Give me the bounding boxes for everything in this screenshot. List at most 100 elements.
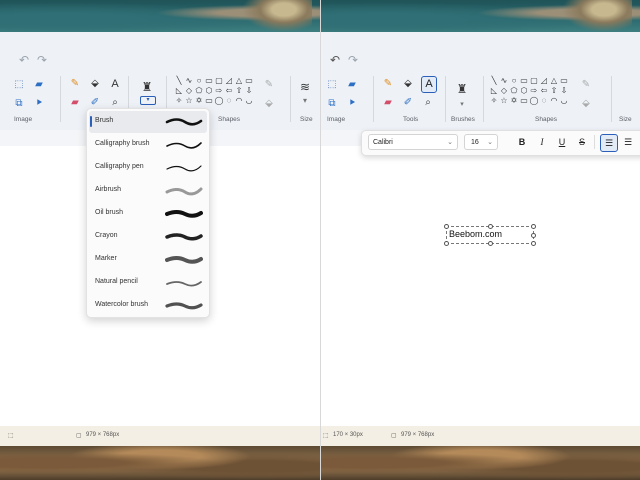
strikethrough-button[interactable]: S [574, 134, 590, 150]
resize-handle[interactable] [531, 233, 536, 238]
rotate-icon[interactable]: ⯈ [345, 97, 359, 111]
crop-icon[interactable]: ▰ [32, 78, 46, 92]
magnifier-icon[interactable]: ⌕ [421, 96, 435, 110]
menu-item-oil-brush[interactable]: Oil brush [89, 203, 207, 225]
underline-button[interactable]: U [554, 134, 570, 150]
size-icon[interactable]: ≋ [298, 80, 312, 94]
triangle-shape-icon[interactable]: △ [234, 76, 244, 86]
redo-button[interactable]: ↷ [34, 52, 50, 68]
left-arrow-shape-icon[interactable]: ⇦ [539, 86, 549, 96]
lightning-shape-icon[interactable]: ◡ [244, 96, 254, 106]
menu-item-calligraphy-brush[interactable]: Calligraphy brush [89, 134, 207, 156]
fill-icon[interactable]: ⬙ [88, 77, 102, 91]
shapes-gallery[interactable]: ╲ ∿ ○ ▭ ▢ ◿ △ ▭ ◺ ◇ ⬠ ⬡ ⇨ ⇦ ⇧ ⇩ ✧ ☆ ✡ ▭ … [174, 76, 254, 106]
pentagon-shape-icon[interactable]: ⬠ [509, 86, 519, 96]
right-triangle-shape-icon[interactable]: ◺ [489, 86, 499, 96]
resize-icon[interactable]: ⧉ [325, 97, 339, 111]
six-point-star-shape-icon[interactable]: ✡ [509, 96, 519, 106]
text-tool-button[interactable]: A [421, 76, 437, 93]
line-shape-icon[interactable]: ╲ [174, 76, 184, 86]
select-icon[interactable]: ⬚ [12, 78, 26, 92]
eraser-icon[interactable]: ▰ [68, 96, 82, 110]
resize-handle[interactable] [444, 241, 449, 246]
color-picker-icon[interactable]: ✐ [401, 96, 415, 110]
font-size-select[interactable]: 16 ⌄ [464, 134, 498, 150]
pencil-icon[interactable]: ✎ [68, 77, 82, 91]
lightning-shape-icon[interactable]: ◡ [559, 96, 569, 106]
four-point-star-shape-icon[interactable]: ✧ [174, 96, 184, 106]
fill-shape-icon[interactable]: ⬙ [579, 97, 593, 111]
down-arrow-shape-icon[interactable]: ⇩ [559, 86, 569, 96]
diamond-shape-icon[interactable]: ◇ [184, 86, 194, 96]
undo-button[interactable]: ↶ [327, 52, 343, 68]
text-icon[interactable]: A [108, 77, 122, 91]
outline-icon[interactable]: ✎ [262, 78, 276, 92]
diamond-shape-icon[interactable]: ◇ [499, 86, 509, 96]
menu-item-calligraphy-pen[interactable]: Calligraphy pen [89, 157, 207, 179]
eraser-icon[interactable]: ▰ [381, 96, 395, 110]
select-icon[interactable]: ⬚ [325, 78, 339, 92]
curve-shape-icon[interactable]: ∿ [184, 76, 194, 86]
oval-shape-icon[interactable]: ○ [194, 76, 204, 86]
six-point-star-shape-icon[interactable]: ✡ [194, 96, 204, 106]
triangle-shape-icon[interactable]: △ [549, 76, 559, 86]
heart-shape-icon[interactable]: ◠ [234, 96, 244, 106]
undo-button[interactable]: ↶ [16, 52, 32, 68]
rounded-rectangle-shape-icon[interactable]: ▢ [529, 76, 539, 86]
four-point-star-shape-icon[interactable]: ✧ [489, 96, 499, 106]
heart-shape-icon[interactable]: ◠ [549, 96, 559, 106]
hexagon-shape-icon[interactable]: ⬡ [519, 86, 529, 96]
drawing-canvas[interactable] [321, 146, 640, 426]
oval-callout-shape-icon[interactable]: ◯ [529, 96, 539, 106]
hexagon-shape-icon[interactable]: ⬡ [204, 86, 214, 96]
rotate-icon[interactable]: ⯈ [32, 97, 46, 111]
brush-icon[interactable]: ♜ [455, 82, 469, 96]
menu-item-marker[interactable]: Marker [89, 249, 207, 271]
resize-handle[interactable] [488, 241, 493, 246]
brush-icon[interactable]: ♜ [140, 80, 154, 94]
resize-handle[interactable] [531, 224, 536, 229]
rectangle-shape-icon[interactable]: ▭ [204, 76, 214, 86]
menu-item-natural-pencil[interactable]: Natural pencil [89, 272, 207, 294]
outline-icon[interactable]: ✎ [579, 78, 593, 92]
resize-handle[interactable] [444, 224, 449, 229]
five-point-star-shape-icon[interactable]: ☆ [184, 96, 194, 106]
bold-button[interactable]: B [514, 134, 530, 150]
italic-button[interactable]: I [534, 134, 550, 150]
resize-handle[interactable] [488, 224, 493, 229]
polygon-shape-icon[interactable]: ◿ [539, 76, 549, 86]
crop-icon[interactable]: ▰ [345, 78, 359, 92]
up-arrow-shape-icon[interactable]: ⇧ [549, 86, 559, 96]
right-triangle-shape-icon[interactable]: ◺ [174, 86, 184, 96]
polygon-shape-icon[interactable]: ◿ [224, 76, 234, 86]
rect-callout-shape-icon[interactable]: ▭ [204, 96, 214, 106]
pentagon-shape-icon[interactable]: ⬠ [194, 86, 204, 96]
fill-icon[interactable]: ⬙ [401, 77, 415, 91]
curve-shape-icon[interactable]: ∿ [499, 76, 509, 86]
menu-item-airbrush[interactable]: Airbrush [89, 180, 207, 202]
text-box[interactable]: Beebom.com [444, 224, 536, 246]
line-shape-icon[interactable]: ╲ [489, 76, 499, 86]
rectangle-shape-icon[interactable]: ▭ [519, 76, 529, 86]
brush-chevron-icon[interactable]: ▾ [455, 98, 469, 112]
right-arrow-shape-icon[interactable]: ⇨ [529, 86, 539, 96]
brush-dropdown-chevron-icon[interactable]: ▾ [140, 96, 156, 105]
rounded-rectangle-shape-icon[interactable]: ▢ [214, 76, 224, 86]
up-arrow-shape-icon[interactable]: ⇧ [234, 86, 244, 96]
rect-callout-shape-icon[interactable]: ▭ [519, 96, 529, 106]
oval-callout-shape-icon[interactable]: ◯ [214, 96, 224, 106]
resize-icon[interactable]: ⧉ [12, 97, 26, 111]
cloud-callout-shape-icon[interactable]: ◌ [539, 96, 549, 106]
five-point-star-shape-icon[interactable]: ☆ [499, 96, 509, 106]
menu-item-watercolor-brush[interactable]: Watercolor brush [89, 295, 207, 317]
cloud-callout-shape-icon[interactable]: ◌ [224, 96, 234, 106]
left-arrow-shape-icon[interactable]: ⇦ [224, 86, 234, 96]
oval-shape-icon[interactable]: ○ [509, 76, 519, 86]
redo-button[interactable]: ↷ [345, 52, 361, 68]
callout-shape-icon[interactable]: ▭ [244, 76, 254, 86]
align-left-icon[interactable]: ☰ [600, 134, 618, 152]
size-chevron-icon[interactable]: ▾ [298, 94, 312, 108]
pencil-icon[interactable]: ✎ [381, 77, 395, 91]
shapes-gallery[interactable]: ╲ ∿ ○ ▭ ▢ ◿ △ ▭ ◺ ◇ ⬠ ⬡ ⇨ ⇦ ⇧ ⇩ ✧ ☆ ✡ ▭ … [489, 76, 569, 106]
resize-handle[interactable] [531, 241, 536, 246]
